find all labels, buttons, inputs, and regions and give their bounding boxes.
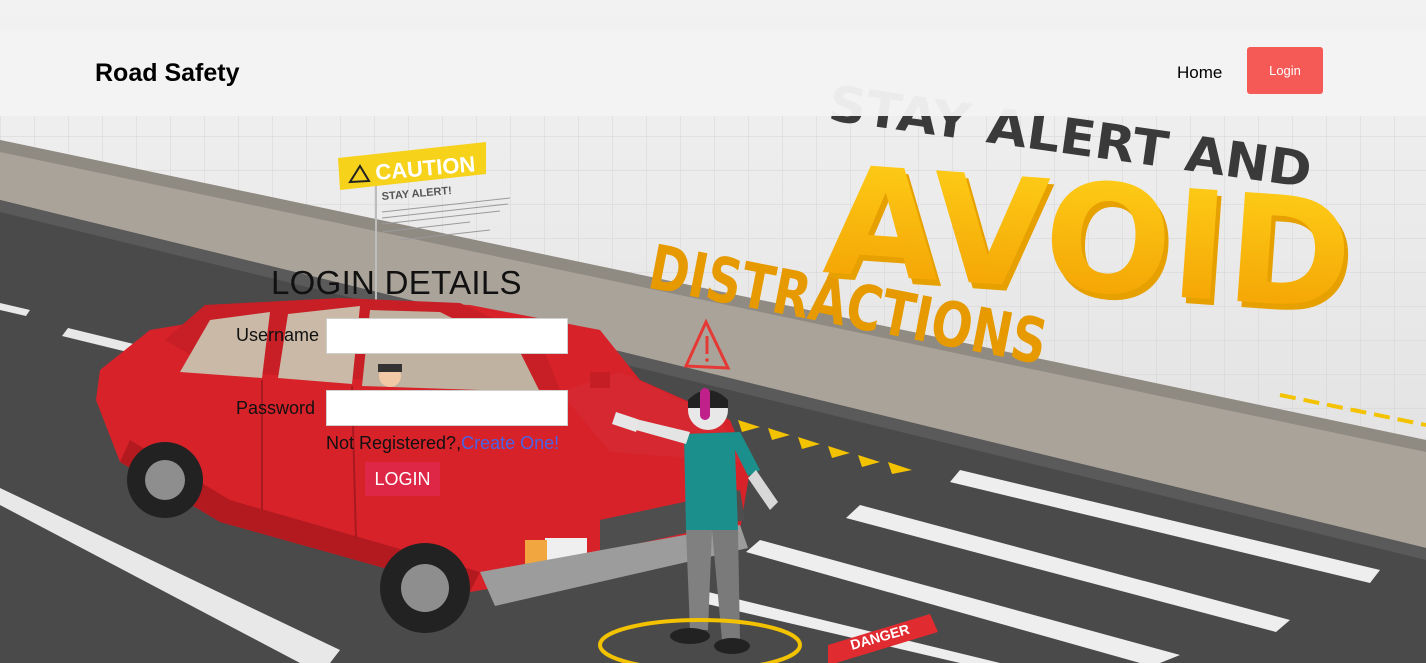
- login-submit-button[interactable]: LOGIN: [365, 462, 440, 496]
- nav-login-button[interactable]: Login: [1247, 47, 1323, 94]
- navbar: Road Safety Home Login: [0, 31, 1426, 116]
- password-input[interactable]: [326, 390, 568, 426]
- username-input[interactable]: [326, 318, 568, 354]
- username-label: Username: [236, 325, 320, 345]
- password-label: Password: [236, 398, 316, 418]
- not-registered-text: Not Registered?,: [326, 433, 462, 453]
- login-title: LOGIN DETAILS: [271, 264, 522, 301]
- brand-logo[interactable]: Road Safety: [95, 59, 239, 88]
- create-account-link[interactable]: Create One!: [461, 433, 559, 453]
- nav-home-link[interactable]: Home: [1177, 63, 1222, 83]
- register-prompt: Not Registered?,Create One!: [326, 433, 559, 454]
- page: CAUTION STAY ALERT! STAY ALERT AND AVOID…: [0, 0, 1426, 663]
